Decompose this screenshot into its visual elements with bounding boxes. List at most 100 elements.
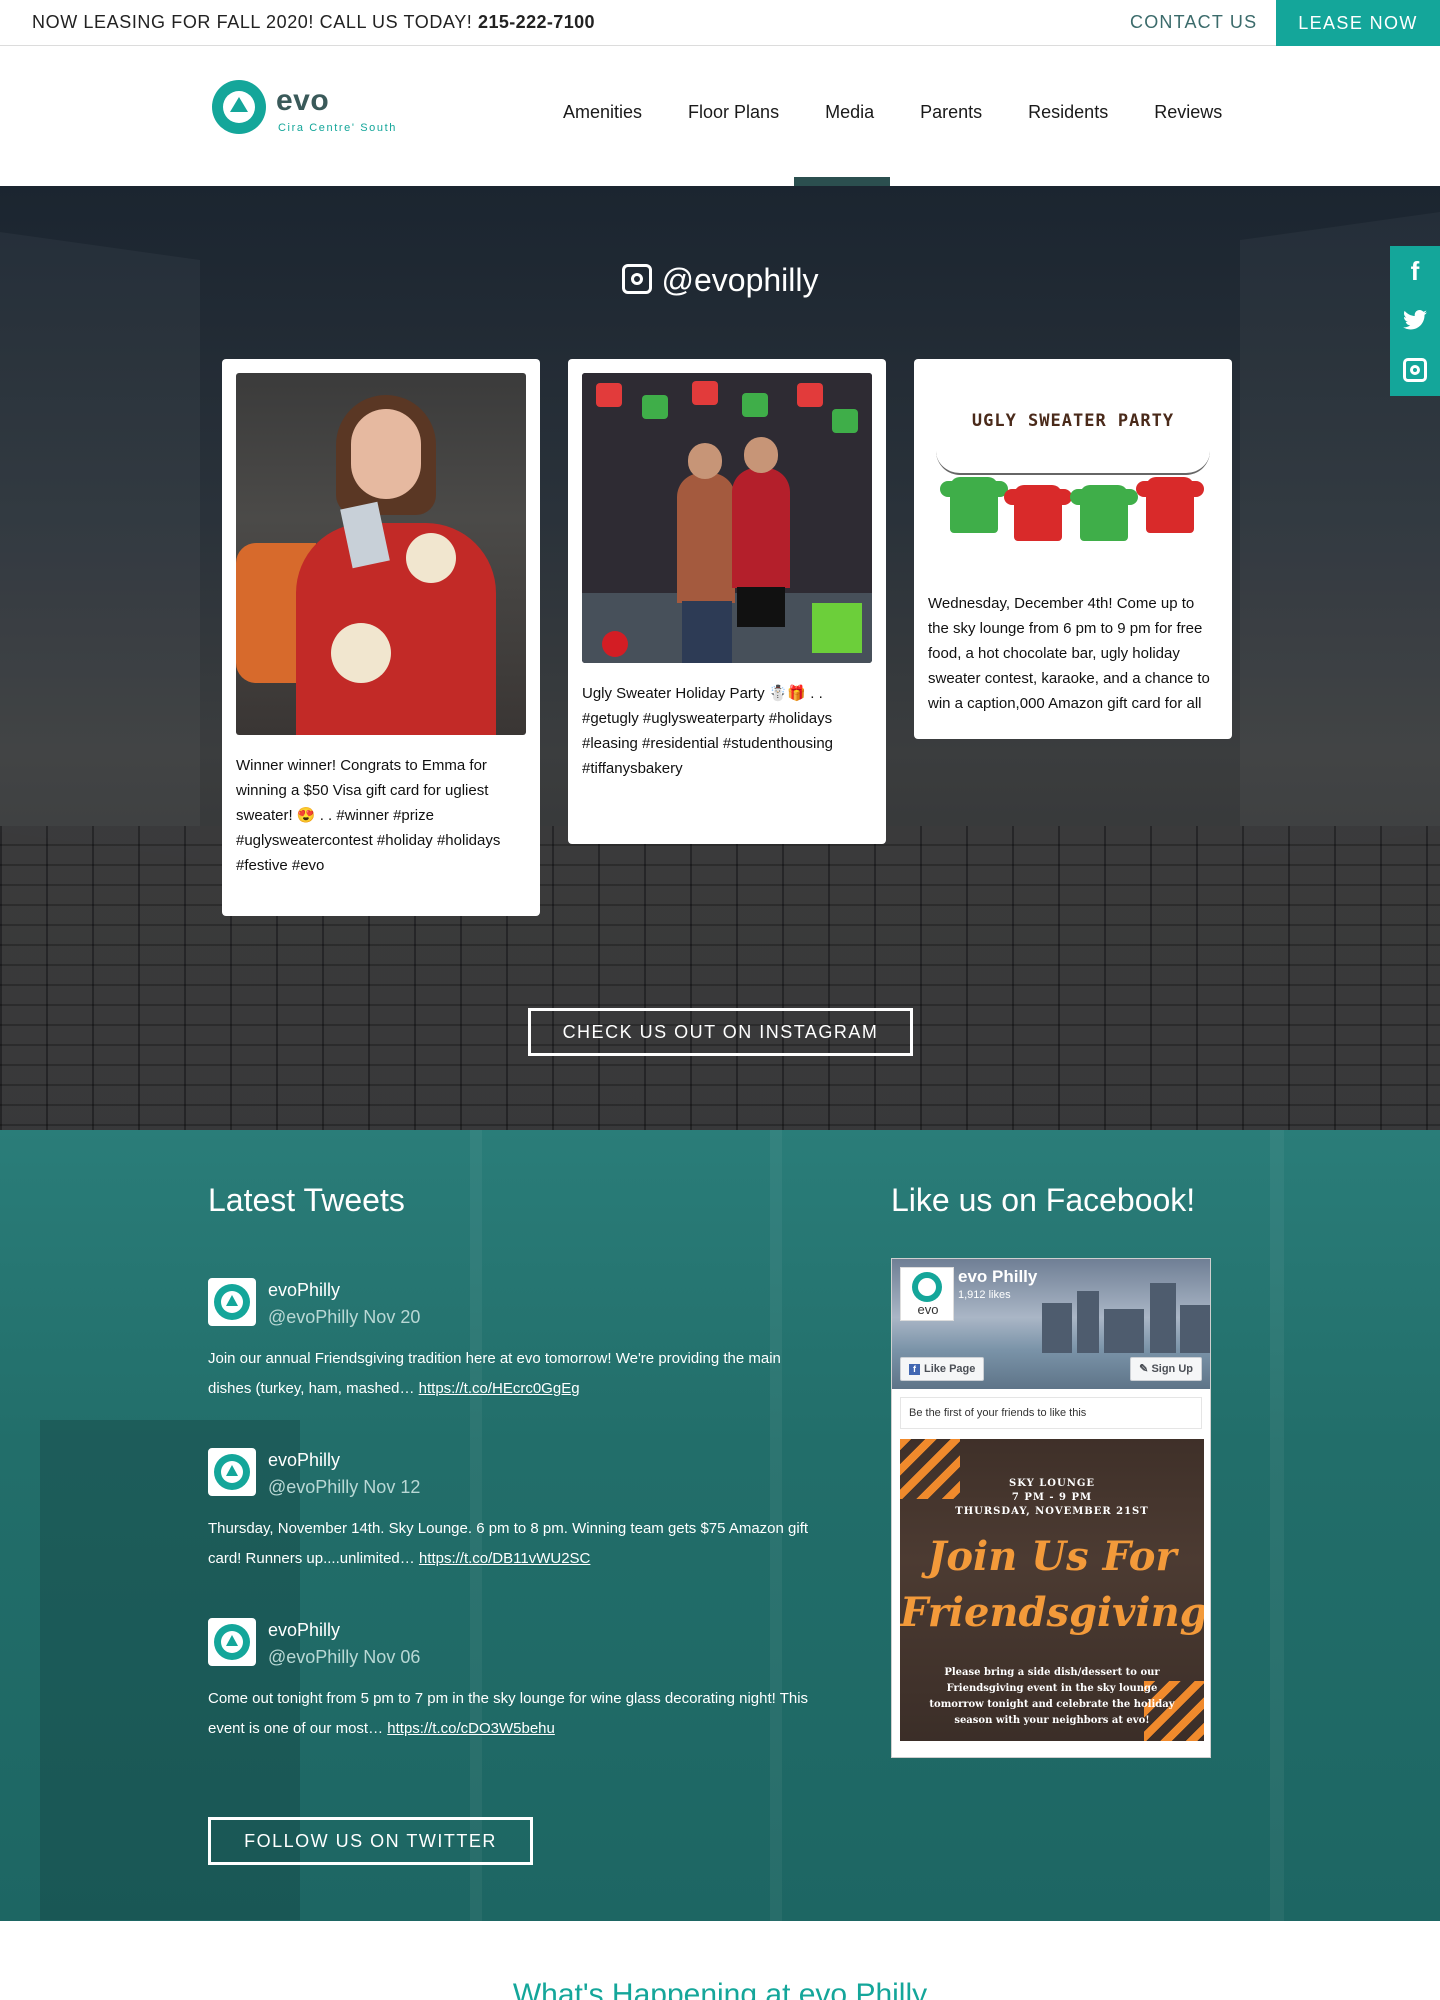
tweet-author[interactable]: evoPhilly: [268, 1280, 340, 1301]
social-sidebar: f: [1390, 246, 1440, 396]
twitter-bird-icon: [1403, 310, 1427, 330]
photo-person-head: [688, 443, 722, 479]
facebook-post-image[interactable]: SKY LOUNGE 7 PM - 9 PM THURSDAY, NOVEMBE…: [900, 1439, 1204, 1741]
sweater-graphic: [1004, 485, 1072, 541]
cover-skyline: [1150, 1283, 1176, 1353]
facebook-like-page-button[interactable]: f Like Page: [900, 1357, 985, 1381]
background-railing: [0, 231, 200, 861]
tweets-heading: Latest Tweets: [208, 1182, 405, 1218]
social-feed-section: Latest Tweets evoPhilly @evoPhilly Nov 2…: [0, 1130, 1440, 1921]
post-caption: Ugly Sweater Holiday Party ☃️🎁 . . #getu…: [582, 685, 834, 777]
tweet-avatar[interactable]: [208, 1278, 256, 1326]
contact-us-link[interactable]: CONTACT US: [1130, 12, 1257, 33]
cover-skyline: [1104, 1309, 1144, 1353]
sweater-graphic: [1136, 477, 1204, 533]
instagram-cta-button[interactable]: CHECK US OUT ON INSTAGRAM: [528, 1008, 913, 1056]
twitter-icon[interactable]: [1390, 296, 1440, 346]
background-deck-lines: [0, 826, 1440, 1130]
post-photo-ugly-sweater-flyer[interactable]: UGLY SWEATER PARTY: [928, 373, 1218, 573]
facebook-f-icon: f: [909, 1364, 920, 1375]
post-header-text: SKY LOUNGE 7 PM - 9 PM THURSDAY, NOVEMBE…: [955, 1478, 1149, 1517]
like-page-label: Like Page: [924, 1363, 976, 1375]
instagram-section: @evophilly Winner winner! Congrats to Em…: [0, 186, 1440, 1130]
facebook-friends-text: Be the first of your friends to like thi…: [900, 1397, 1202, 1429]
post-caption: Winner winner! Congrats to Emma for winn…: [236, 757, 501, 874]
window-frame: [1270, 1130, 1284, 1921]
instagram-post-card[interactable]: Ugly Sweater Holiday Party ☃️🎁 . . #getu…: [568, 359, 886, 844]
mini-sweater: [692, 381, 718, 405]
photo-person-legs: [682, 601, 732, 663]
tweet-meta: @evoPhilly Nov 12: [268, 1477, 421, 1497]
flyer-string: [936, 451, 1210, 475]
mini-sweater: [797, 383, 823, 407]
main-nav: Amenities Floor Plans Media Parents Resi…: [540, 102, 1245, 123]
post-body-text: Please bring a side dish/dessert to our …: [929, 1667, 1175, 1726]
tweet-author[interactable]: evoPhilly: [268, 1450, 340, 1471]
sweater-graphic: [940, 477, 1008, 533]
instagram-heading: @evophilly: [0, 262, 1440, 299]
photo-person-head: [744, 437, 778, 473]
post-photo-winner[interactable]: [236, 373, 526, 735]
tweet-avatar[interactable]: [208, 1448, 256, 1496]
whats-happening-heading: What's Happening at evo Philly: [512, 1978, 928, 2000]
mini-sweater: [832, 409, 858, 433]
site-header: evo Cira Centre' South Amenities Floor P…: [0, 46, 1440, 186]
tweet-link[interactable]: https://t.co/DB11vWU2SC: [419, 1550, 590, 1567]
photo-person-legs: [737, 587, 785, 627]
facebook-page-widget: evo evo Philly 1,912 likes f Like Page ✎ …: [891, 1258, 1211, 1758]
instagram-glyph: [1403, 358, 1427, 382]
photo-person: [732, 468, 790, 588]
cover-skyline: [1077, 1291, 1099, 1353]
tweet-meta: @evoPhilly Nov 06: [268, 1647, 421, 1667]
tweet-link[interactable]: https://t.co/HEcrc0GgEg: [419, 1380, 580, 1397]
photo-gift-box: [812, 603, 862, 653]
follow-twitter-button[interactable]: FOLLOW US ON TWITTER: [208, 1817, 533, 1865]
facebook-icon[interactable]: f: [1390, 246, 1440, 296]
evo-logo[interactable]: evo Cira Centre' South: [212, 80, 402, 140]
mini-sweater: [596, 383, 622, 407]
photo-face: [351, 409, 421, 499]
photo-poinsettia: [406, 533, 456, 583]
logo-word: evo: [276, 84, 330, 117]
tweet-item: evoPhilly @evoPhilly Nov 20 Join our ann…: [208, 1278, 828, 1418]
nav-reviews[interactable]: Reviews: [1154, 102, 1222, 123]
nav-floor-plans[interactable]: Floor Plans: [688, 102, 779, 123]
facebook-page-name[interactable]: evo Philly: [958, 1267, 1037, 1287]
tweet-text: Come out tonight from 5 pm to 7 pm in th…: [208, 1684, 828, 1744]
pencil-icon: ✎: [1139, 1363, 1152, 1375]
phone-number[interactable]: 215-222-7100: [478, 12, 595, 32]
tweet-avatar[interactable]: [208, 1618, 256, 1666]
instagram-icon: [621, 264, 652, 294]
tweet-author[interactable]: evoPhilly: [268, 1620, 340, 1641]
facebook-profile-picture[interactable]: evo: [900, 1267, 954, 1321]
nav-media[interactable]: Media: [825, 102, 874, 123]
nav-residents[interactable]: Residents: [1028, 102, 1108, 123]
announcement-text: NOW LEASING FOR FALL 2020! CALL US TODAY…: [32, 12, 473, 32]
mini-sweater: [742, 393, 768, 417]
facebook-sign-up-button[interactable]: ✎ Sign Up: [1130, 1357, 1202, 1381]
photo-poinsettia: [331, 623, 391, 683]
facebook-profile-text: evo: [917, 1302, 939, 1317]
tweet-item: evoPhilly @evoPhilly Nov 06 Come out ton…: [208, 1618, 828, 1758]
instagram-post-card[interactable]: Winner winner! Congrats to Emma for winn…: [222, 359, 540, 916]
instagram-icon[interactable]: [1390, 346, 1440, 396]
sweater-graphic: [1070, 485, 1138, 541]
logo-subtitle: Cira Centre' South: [278, 122, 397, 134]
tweet-meta: @evoPhilly Nov 20: [268, 1307, 421, 1327]
tweet-item: evoPhilly @evoPhilly Nov 12 Thursday, No…: [208, 1448, 828, 1588]
instagram-post-card[interactable]: UGLY SWEATER PARTY Wednesday, December 4…: [914, 359, 1232, 739]
instagram-handle[interactable]: @evophilly: [662, 262, 819, 298]
photo-sweater: [296, 523, 496, 735]
post-photo-party[interactable]: [582, 373, 872, 663]
active-nav-indicator: [794, 177, 890, 186]
tweet-text: Join our annual Friendsgiving tradition …: [208, 1344, 828, 1404]
nav-parents[interactable]: Parents: [920, 102, 982, 123]
facebook-heading: Like us on Facebook!: [891, 1182, 1196, 1218]
nav-amenities[interactable]: Amenities: [563, 102, 642, 123]
tweet-text: Thursday, November 14th. Sky Lounge. 6 p…: [208, 1514, 828, 1574]
post-caption: Wednesday, December 4th! Come up to the …: [928, 595, 1210, 712]
lease-now-button[interactable]: LEASE NOW: [1276, 0, 1440, 46]
leasing-announcement: NOW LEASING FOR FALL 2020! CALL US TODAY…: [32, 12, 595, 33]
tweet-link[interactable]: https://t.co/cDO3W5behu: [387, 1720, 555, 1737]
photo-balloon: [602, 631, 628, 657]
